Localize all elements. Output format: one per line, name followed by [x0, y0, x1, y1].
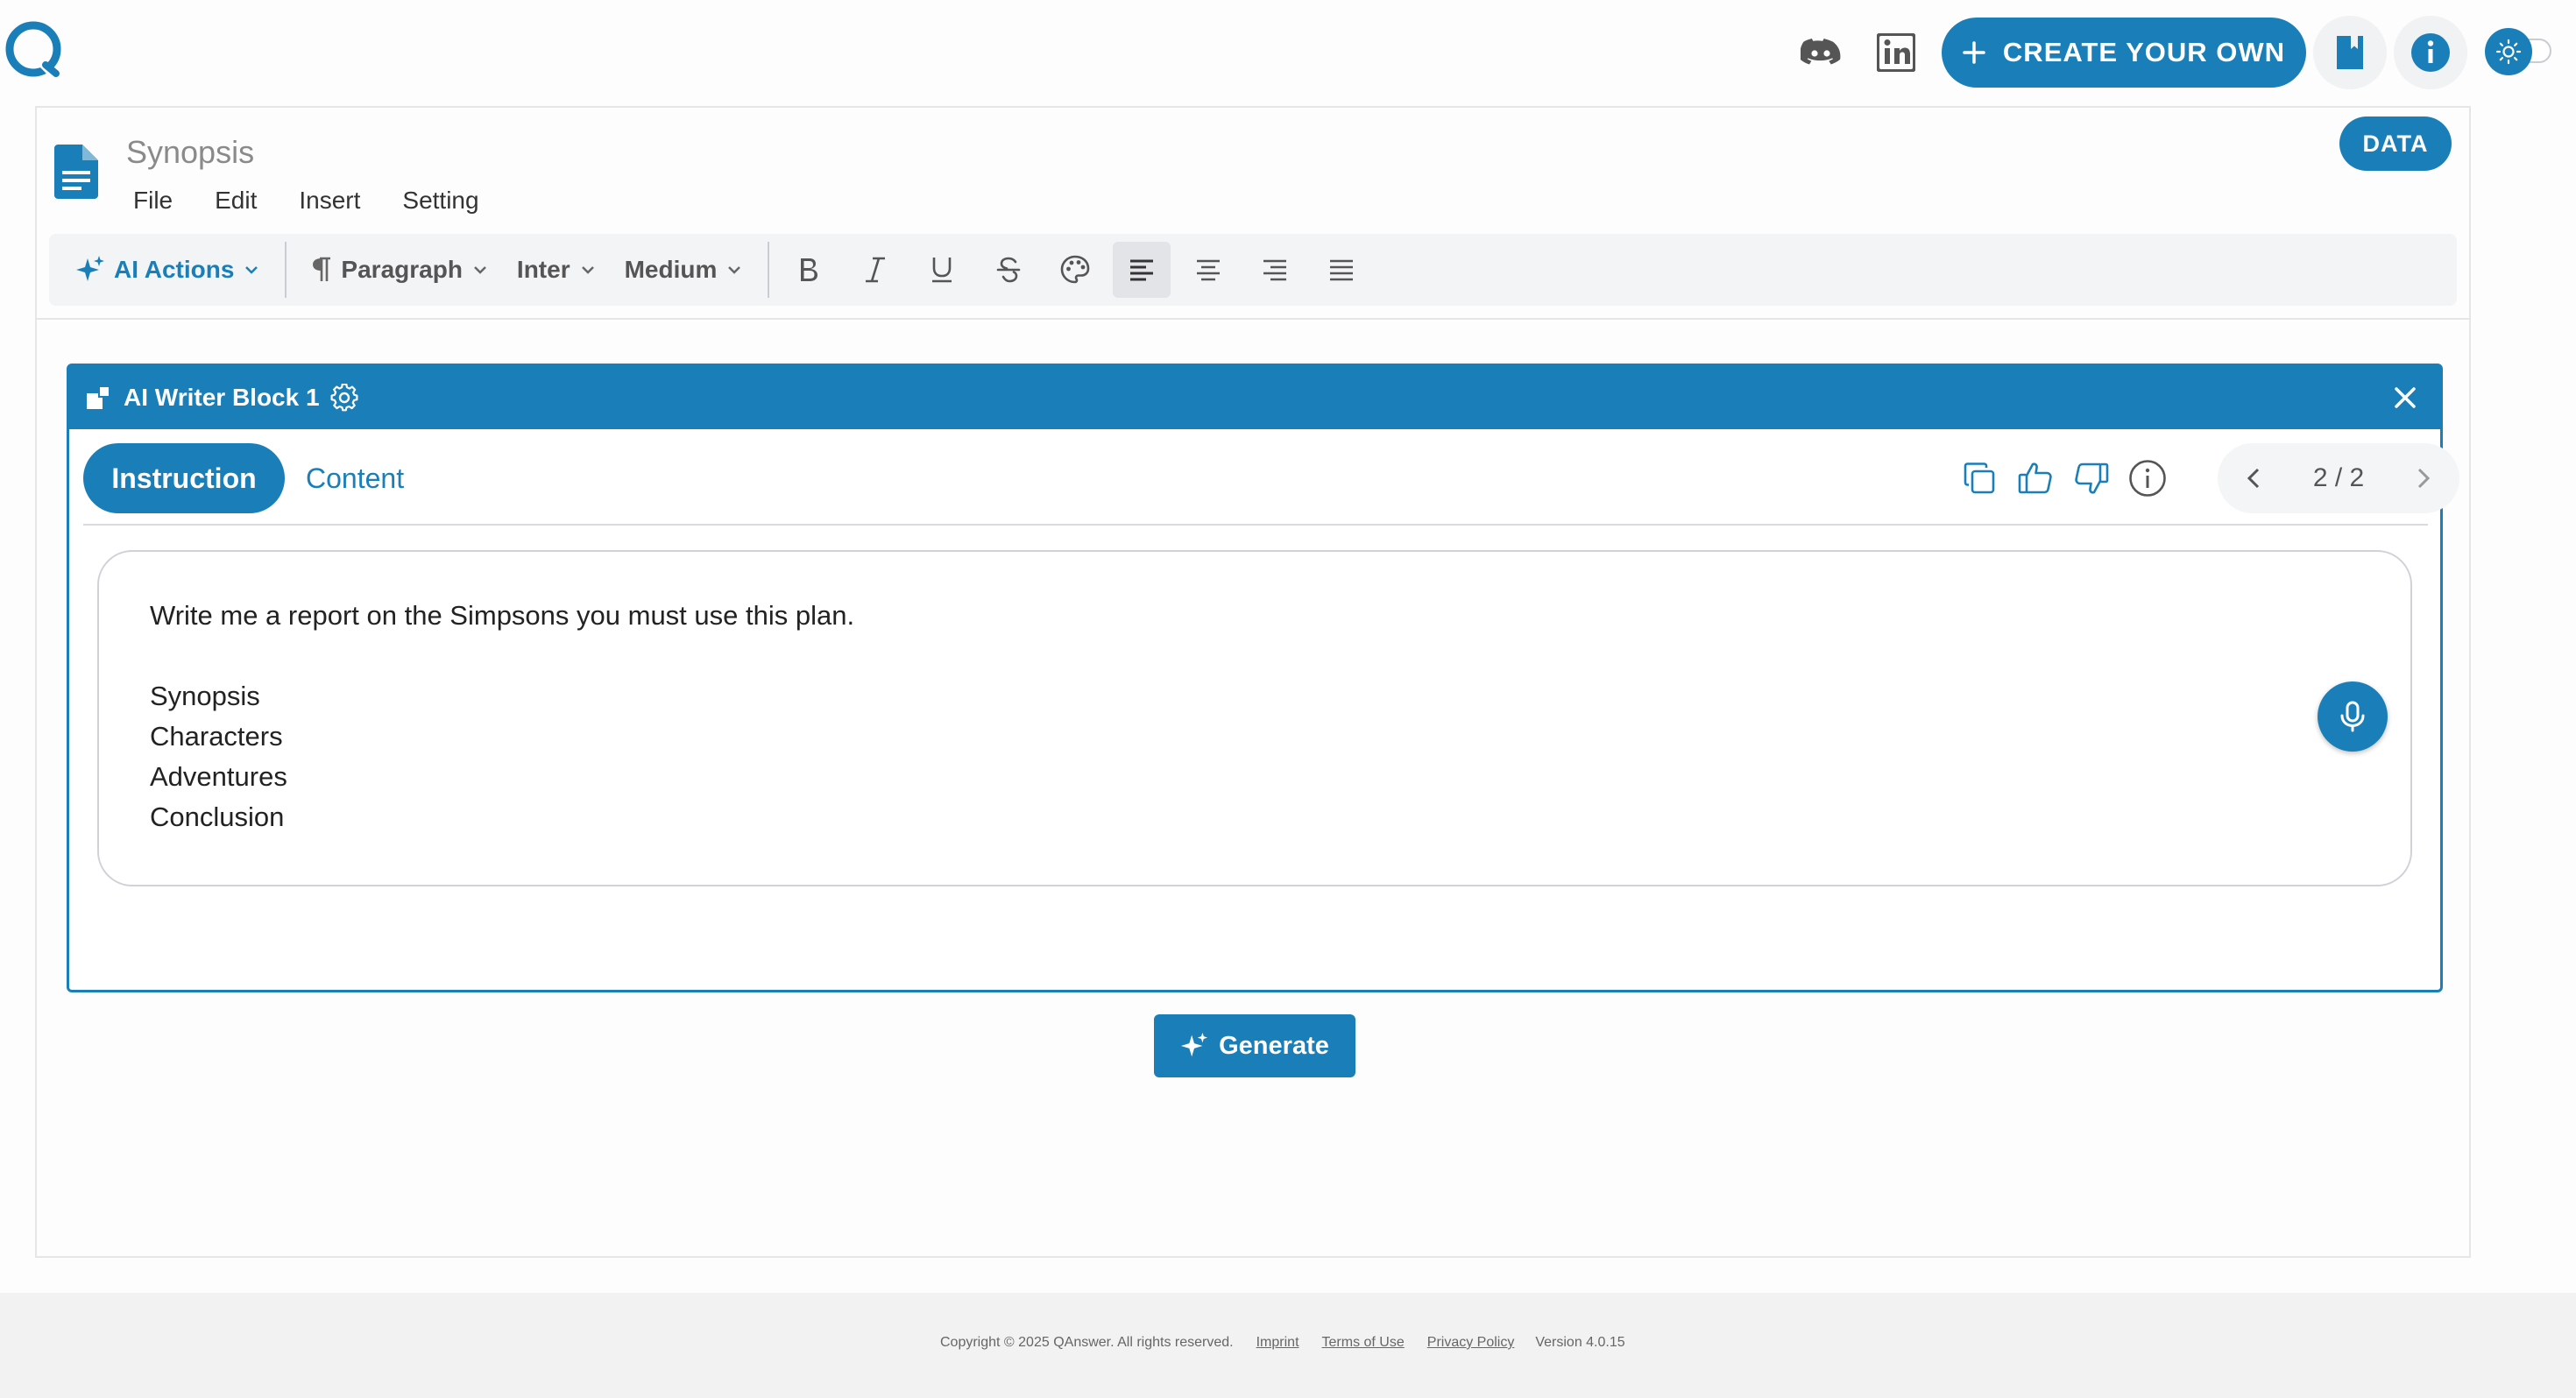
- footer-content: Copyright © 2025 QAnswer. All rights res…: [940, 1335, 1625, 1351]
- document-title[interactable]: Synopsis: [126, 134, 254, 171]
- strikethrough-icon[interactable]: [980, 242, 1037, 298]
- sparkle-icon: [75, 255, 105, 285]
- copy-icon[interactable]: [1951, 450, 2007, 506]
- page-indicator: 2 / 2: [2312, 463, 2365, 492]
- qanswer-logo[interactable]: [5, 21, 63, 79]
- thumbs-down-icon[interactable]: [2063, 450, 2120, 506]
- imprint-link[interactable]: Imprint: [1256, 1335, 1299, 1351]
- chevron-down-icon: [725, 261, 743, 279]
- ai-actions-label: AI Actions: [114, 256, 235, 283]
- microphone-icon: [2339, 701, 2366, 732]
- version-text: Version 4.0.15: [1535, 1335, 1625, 1350]
- toolbar-divider: [285, 242, 287, 298]
- sun-icon: [2485, 28, 2532, 75]
- response-pager: 2 / 2: [2218, 443, 2459, 513]
- info-circle-icon[interactable]: [2120, 450, 2176, 506]
- info-icon: [2410, 32, 2452, 74]
- align-right-icon[interactable]: [1246, 242, 1304, 298]
- font-family-label: Inter: [516, 256, 570, 283]
- discord-icon[interactable]: [1793, 25, 1849, 81]
- chevron-right-icon[interactable]: [2405, 461, 2440, 496]
- data-button[interactable]: DATA: [2339, 116, 2452, 171]
- align-center-icon[interactable]: [1179, 242, 1237, 298]
- menu-bar: File Edit Insert Setting: [133, 187, 521, 215]
- menu-edit[interactable]: Edit: [215, 187, 257, 215]
- chevron-down-icon: [579, 261, 597, 279]
- copyright-text: Copyright © 2025 QAnswer. All rights res…: [940, 1335, 1234, 1350]
- generate-label: Generate: [1219, 1031, 1329, 1060]
- font-family-dropdown[interactable]: Inter: [503, 242, 611, 298]
- bookmark-icon: [2334, 33, 2366, 72]
- pilcrow-icon: [311, 257, 332, 283]
- ai-writer-title: AI Writer Block 1: [124, 384, 320, 411]
- italic-icon[interactable]: [846, 242, 904, 298]
- align-left-icon[interactable]: [1113, 242, 1171, 298]
- plus-icon: [1963, 41, 1985, 64]
- toolbar-bottom-divider: [37, 318, 2469, 320]
- sparkle-icon: [1180, 1032, 1208, 1060]
- ai-actions-dropdown[interactable]: AI Actions: [49, 242, 274, 298]
- menu-file[interactable]: File: [133, 187, 173, 215]
- create-your-own-label: CREATE YOUR OWN: [2002, 37, 2286, 67]
- microphone-button[interactable]: [2318, 681, 2388, 752]
- ai-writer-block: AI Writer Block 1 Instruction Content 2 …: [67, 364, 2459, 1077]
- theme-toggle[interactable]: [2481, 26, 2557, 75]
- palette-icon[interactable]: [1046, 242, 1104, 298]
- underline-icon[interactable]: [913, 242, 971, 298]
- chevron-left-icon[interactable]: [2237, 461, 2272, 496]
- privacy-policy-link[interactable]: Privacy Policy: [1427, 1335, 1515, 1351]
- document-editor: Synopsis File Edit Insert Setting DATA A…: [35, 106, 2471, 1258]
- ai-response-actions: [1951, 447, 2176, 510]
- generate-button[interactable]: Generate: [1154, 1014, 1355, 1077]
- instruction-text[interactable]: Write me a report on the Simpsons you mu…: [150, 596, 854, 837]
- instruction-input[interactable]: Write me a report on the Simpsons you mu…: [97, 550, 2412, 886]
- blocks-icon: [85, 385, 111, 411]
- font-weight-dropdown[interactable]: Medium: [611, 242, 758, 298]
- tabs-divider: [83, 524, 2428, 526]
- align-justify-icon[interactable]: [1313, 242, 1370, 298]
- linkedin-icon[interactable]: [1868, 25, 1924, 81]
- tab-instruction[interactable]: Instruction: [83, 443, 285, 513]
- bold-icon[interactable]: [780, 242, 838, 298]
- paragraph-style-dropdown[interactable]: Paragraph: [297, 242, 503, 298]
- tab-content[interactable]: Content: [306, 443, 404, 513]
- thumbs-up-icon[interactable]: [2007, 450, 2063, 506]
- menu-insert[interactable]: Insert: [299, 187, 360, 215]
- font-weight-label: Medium: [624, 256, 718, 283]
- gear-icon[interactable]: [330, 384, 358, 412]
- paragraph-label: Paragraph: [341, 256, 463, 283]
- chevron-down-icon: [243, 261, 260, 279]
- menu-setting[interactable]: Setting: [402, 187, 478, 215]
- info-button[interactable]: [2394, 16, 2467, 89]
- close-icon[interactable]: [2388, 380, 2423, 415]
- terms-of-use-link[interactable]: Terms of Use: [1322, 1335, 1405, 1351]
- top-bar: CREATE YOUR OWN: [0, 0, 2576, 105]
- document-icon: [54, 145, 100, 199]
- bookmark-button[interactable]: [2313, 16, 2387, 89]
- formatting-toolbar: AI Actions Paragraph Inter Medium: [49, 234, 2457, 306]
- chevron-down-icon: [471, 261, 489, 279]
- toolbar-divider: [768, 242, 770, 298]
- footer: Copyright © 2025 QAnswer. All rights res…: [0, 1293, 2576, 1398]
- ai-writer-header: AI Writer Block 1: [69, 366, 2440, 429]
- create-your-own-button[interactable]: CREATE YOUR OWN: [1942, 18, 2306, 88]
